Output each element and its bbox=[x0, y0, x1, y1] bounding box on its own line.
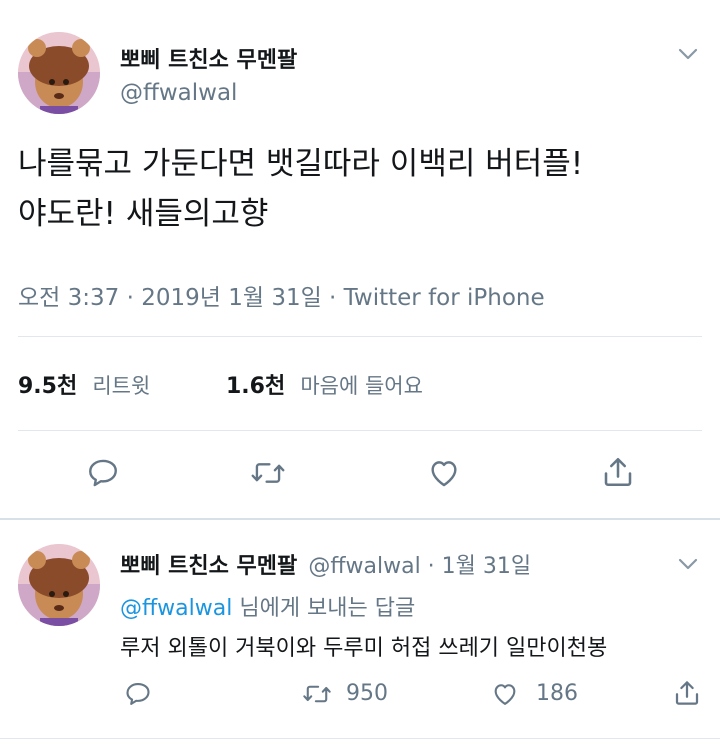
reply-retweet-count: 950 bbox=[346, 681, 388, 706]
avatar[interactable] bbox=[18, 32, 100, 114]
tweet-timestamp[interactable]: 오전 3:37 · 2019년 1월 31일 · Twitter for iPh… bbox=[18, 278, 545, 312]
reply-header: 뽀삐 트친소 무멘팔 @ffwalwal · 1월 31일 bbox=[120, 548, 531, 580]
reply-display-name[interactable]: 뽀삐 트친소 무멘팔 bbox=[120, 554, 297, 579]
reply-mention-link[interactable]: @ffwalwal bbox=[120, 596, 232, 621]
reply-handle-date[interactable]: @ffwalwal · 1월 31일 bbox=[308, 554, 531, 579]
handle[interactable]: @ffwalwal bbox=[120, 80, 237, 106]
share-icon[interactable] bbox=[672, 678, 702, 708]
like-label: 마음에 들어요 bbox=[300, 374, 423, 398]
bottom-divider bbox=[0, 738, 720, 739]
reply-avatar[interactable] bbox=[18, 544, 100, 626]
retweet-label: 리트윗 bbox=[92, 374, 151, 398]
reply-icon[interactable] bbox=[86, 456, 120, 490]
retweet-count: 9.5천 bbox=[18, 374, 78, 399]
retweet-stat[interactable]: 9.5천 리트윗 bbox=[18, 368, 150, 400]
like-count: 1.6천 bbox=[226, 374, 286, 399]
reply-like-count: 186 bbox=[536, 681, 578, 706]
chevron-down-icon[interactable] bbox=[676, 42, 700, 70]
section-divider bbox=[0, 518, 720, 520]
like-stat[interactable]: 1.6천 마음에 들어요 bbox=[226, 368, 423, 400]
heart-icon[interactable] bbox=[490, 680, 520, 708]
retweet-icon[interactable] bbox=[250, 456, 286, 490]
heart-icon[interactable] bbox=[426, 456, 462, 490]
divider bbox=[18, 336, 702, 337]
divider bbox=[18, 430, 702, 431]
reply-context-text: 님에게 보내는 답글 bbox=[232, 596, 416, 621]
display-name[interactable]: 뽀삐 트친소 무멘팔 bbox=[120, 42, 297, 74]
tweet-text-line-2: 야도란! 새들의고향 bbox=[18, 196, 269, 232]
reply-text: 루저 외톨이 거북이와 두루미 허접 쓰레기 일만이천봉 bbox=[120, 636, 608, 661]
share-icon[interactable] bbox=[600, 454, 636, 490]
chevron-down-icon[interactable] bbox=[676, 552, 700, 580]
reply-context: @ffwalwal 님에게 보내는 답글 bbox=[120, 590, 415, 622]
retweet-icon[interactable] bbox=[302, 680, 332, 708]
tweet-text-line-1: 나를묶고 가둔다면 뱃길따라 이백리 버터플! bbox=[18, 146, 584, 182]
reply-icon[interactable] bbox=[124, 680, 152, 708]
